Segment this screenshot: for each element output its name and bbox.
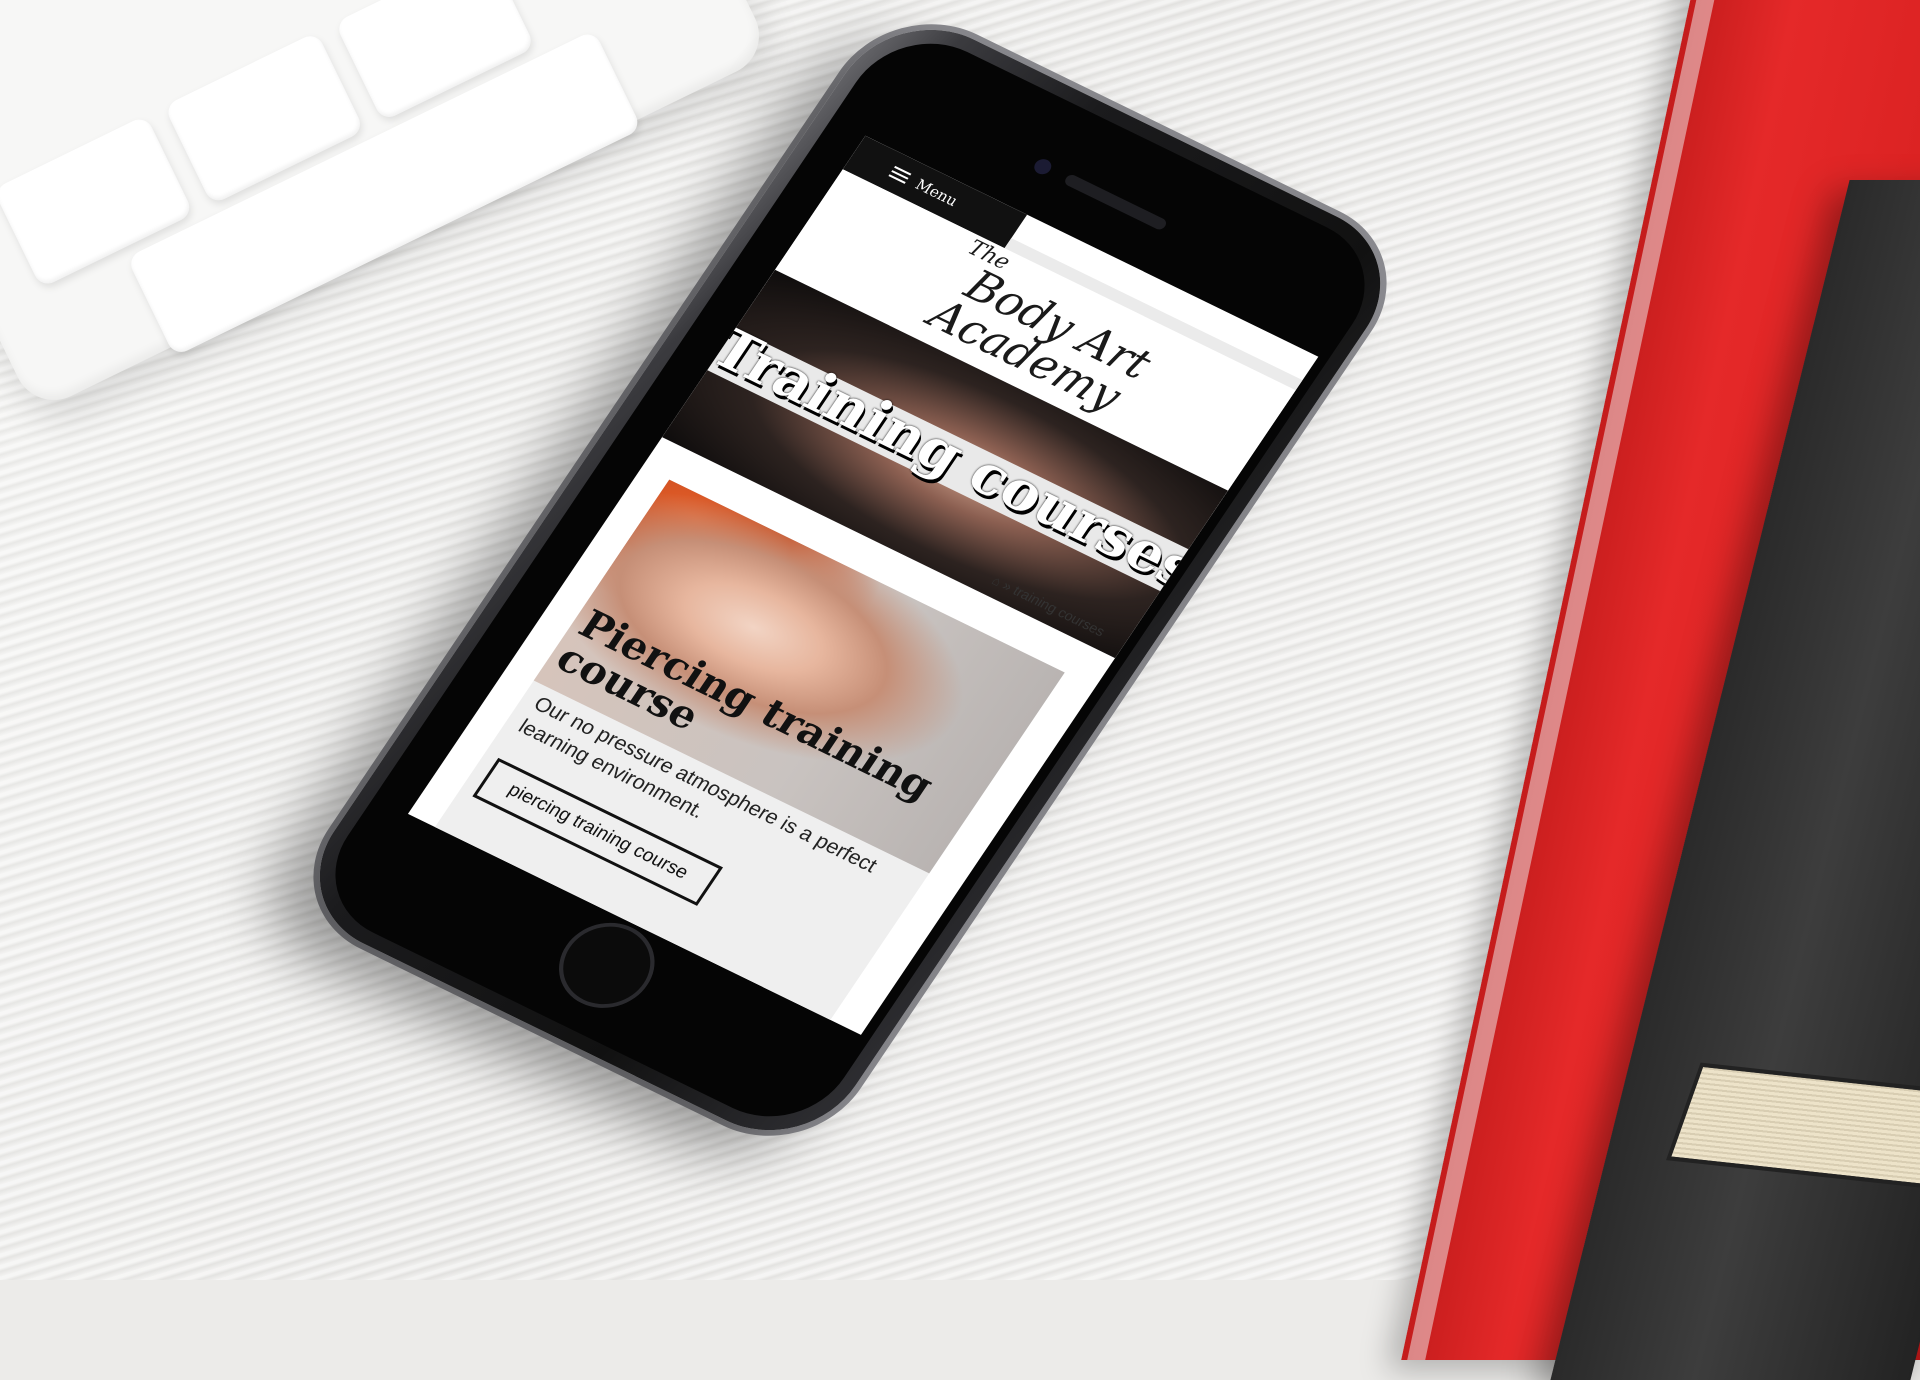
earpiece-speaker <box>1062 173 1169 232</box>
menu-label: Menu <box>911 175 962 210</box>
front-camera <box>1031 156 1055 177</box>
hamburger-icon <box>887 163 913 186</box>
